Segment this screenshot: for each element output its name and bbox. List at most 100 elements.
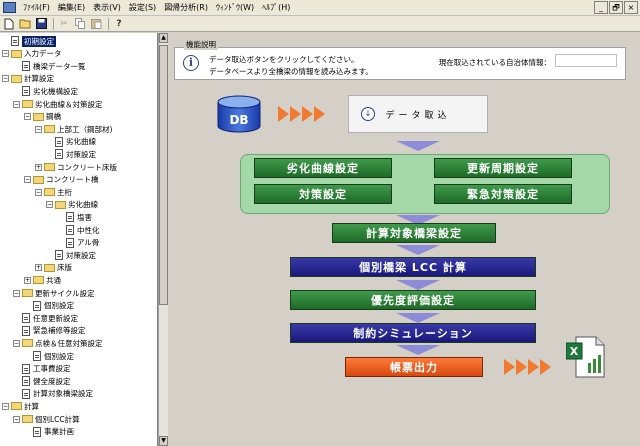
tree-item-label: コンクリート橋	[46, 175, 99, 185]
document-icon	[33, 300, 41, 311]
tree-item-label: 個別LCC計算	[35, 414, 80, 424]
tree-item[interactable]: − 入力データ	[2, 48, 62, 60]
tree-item[interactable]: 事業計画	[24, 426, 74, 438]
tree-item[interactable]: 任意更新設定	[13, 312, 78, 324]
restore-button[interactable]: 🗗	[609, 1, 623, 14]
tree-item-label: 主桁	[57, 187, 72, 197]
tree-item[interactable]: 健全度設定	[13, 375, 71, 387]
tree-item[interactable]: − 計算	[2, 400, 39, 412]
tree-item[interactable]: 個別設定	[24, 350, 74, 362]
emergency-countermeasure-button[interactable]: 緊急対策設定	[434, 184, 572, 204]
open-folder-icon[interactable]	[18, 17, 32, 30]
tree-item[interactable]: − 上部工（鋼部材)	[35, 123, 112, 135]
constraint-simulation-button[interactable]: 制約シミュレーション	[290, 323, 536, 343]
expand-icon[interactable]: +	[35, 163, 42, 171]
collapse-icon[interactable]: −	[2, 75, 9, 83]
new-file-icon[interactable]	[2, 17, 16, 30]
tree-item[interactable]: − 劣化曲線	[46, 199, 98, 211]
tree-item-label: 緊急補修等設定	[33, 326, 86, 336]
report-output-button[interactable]: 帳票出力	[345, 357, 483, 377]
data-import-button[interactable]: ↓ データ取込	[348, 95, 488, 133]
menu-edit[interactable]: 編集(E)	[54, 2, 89, 13]
collapse-icon[interactable]: −	[24, 176, 31, 184]
priority-eval-button[interactable]: 優先度評価設定	[290, 290, 536, 310]
tree-item-label: 劣化曲線	[66, 137, 96, 147]
tree-item[interactable]: + 床版	[35, 262, 72, 274]
tree-item[interactable]: 緊急補修等設定	[13, 325, 86, 337]
collapse-icon[interactable]: −	[2, 402, 9, 410]
folder-icon	[44, 125, 55, 134]
expand-icon[interactable]: +	[24, 276, 31, 284]
deterioration-curve-button[interactable]: 劣化曲線設定	[254, 158, 392, 178]
tree-item-label: 劣化曲線＆対策設定	[35, 99, 103, 109]
tree-item[interactable]: 塩害	[57, 211, 92, 223]
info-line-1: データ取込ボタンをクリックしてください。	[209, 55, 359, 64]
save-icon[interactable]	[34, 17, 48, 30]
tree-item-label: アル骨	[77, 238, 100, 248]
tree-item[interactable]: アル骨	[57, 237, 99, 249]
tree-item-label: 点検＆任意対策設定	[35, 338, 103, 348]
expand-icon[interactable]: +	[35, 264, 42, 272]
tree-item[interactable]: 初期設定	[2, 35, 56, 47]
document-icon	[22, 388, 30, 399]
document-icon	[66, 212, 74, 223]
folder-icon	[11, 74, 22, 83]
tree-item[interactable]: 中性化	[57, 224, 100, 236]
scroll-thumb[interactable]	[159, 45, 168, 305]
tree-item[interactable]: 対策設定	[46, 148, 96, 160]
countermeasure-button[interactable]: 対策設定	[254, 184, 392, 204]
collapse-icon[interactable]: −	[2, 50, 9, 58]
help-icon[interactable]: ?	[112, 17, 126, 30]
collapse-icon[interactable]: −	[13, 415, 20, 423]
tree-item[interactable]: − 劣化曲線＆対策設定	[13, 98, 103, 110]
copy-icon[interactable]	[73, 17, 87, 30]
document-icon	[22, 86, 30, 97]
arrow-right-icon	[278, 106, 326, 122]
app-icon	[3, 2, 16, 13]
menu-help[interactable]: ﾍﾙﾌﾟ(H)	[258, 2, 294, 13]
collapse-icon[interactable]: −	[35, 125, 42, 133]
tree-item[interactable]: − 計算設定	[2, 73, 54, 85]
tree-item-label: 共通	[46, 275, 61, 285]
tree-item[interactable]: − 個別LCC計算	[13, 413, 80, 425]
tree-item[interactable]: − 点検＆任意対策設定	[13, 337, 103, 349]
folder-icon	[55, 200, 66, 209]
lcc-calc-button[interactable]: 個別橋梁 LCC 計算	[290, 257, 536, 277]
tree-item[interactable]: 計算対象橋梁設定	[13, 388, 93, 400]
tree-item-label: 塩害	[77, 212, 92, 222]
tree-item[interactable]: − 更新サイクル設定	[13, 287, 95, 299]
tree-item[interactable]: 劣化機構設定	[13, 85, 78, 97]
tree-item[interactable]: − 主桁	[35, 186, 72, 198]
collapse-icon[interactable]: −	[35, 188, 42, 196]
scroll-up-arrow-icon[interactable]: ▲	[159, 33, 168, 43]
menu-settings[interactable]: 設定(S)	[125, 2, 160, 13]
tree-item[interactable]: 橋梁データ一覧	[13, 60, 86, 72]
toolbar-separator	[108, 17, 109, 30]
collapse-icon[interactable]: −	[24, 113, 31, 121]
tree-item[interactable]: − コンクリート橋	[24, 174, 99, 186]
cut-icon[interactable]: ✂	[57, 17, 71, 30]
tree-item[interactable]: + コンクリート床版	[35, 161, 117, 173]
tree-item[interactable]: 個別設定	[24, 300, 74, 312]
menu-view[interactable]: 表示(V)	[89, 2, 125, 13]
navigation-tree[interactable]: 初期設定 − 入力データ 橋梁データ一覧 − 計算設定 劣化機構設定 − 劣化曲線＆対策設定 − 鋼…	[0, 33, 158, 446]
tree-item[interactable]: 劣化曲線	[46, 136, 96, 148]
close-button[interactable]: ×	[624, 1, 638, 14]
update-cycle-button[interactable]: 更新周期設定	[434, 158, 572, 178]
minimize-button[interactable]: _	[594, 1, 608, 14]
tree-item[interactable]: 対策設定	[46, 249, 96, 261]
collapse-icon[interactable]: −	[13, 289, 20, 297]
tree-item[interactable]: 工事費設定	[13, 363, 71, 375]
collapse-icon[interactable]: −	[13, 339, 20, 347]
tree-item[interactable]: − 鋼橋	[24, 111, 61, 123]
target-bridge-button[interactable]: 計算対象橋梁設定	[332, 223, 496, 243]
tree-item[interactable]: + 共通	[24, 274, 61, 286]
menu-window[interactable]: ｳｨﾝﾄﾞｳ(W)	[212, 2, 258, 13]
collapse-icon[interactable]: −	[46, 201, 53, 209]
collapse-icon[interactable]: −	[13, 100, 20, 108]
scroll-down-arrow-icon[interactable]: ▼	[159, 436, 168, 446]
menu-analysis[interactable]: 図帰分析(R)	[160, 2, 212, 13]
paste-icon[interactable]	[89, 17, 103, 30]
tree-scrollbar[interactable]: ▲ ▼	[158, 33, 168, 446]
menu-file[interactable]: ﾌｧｲﾙ(F)	[19, 2, 54, 13]
